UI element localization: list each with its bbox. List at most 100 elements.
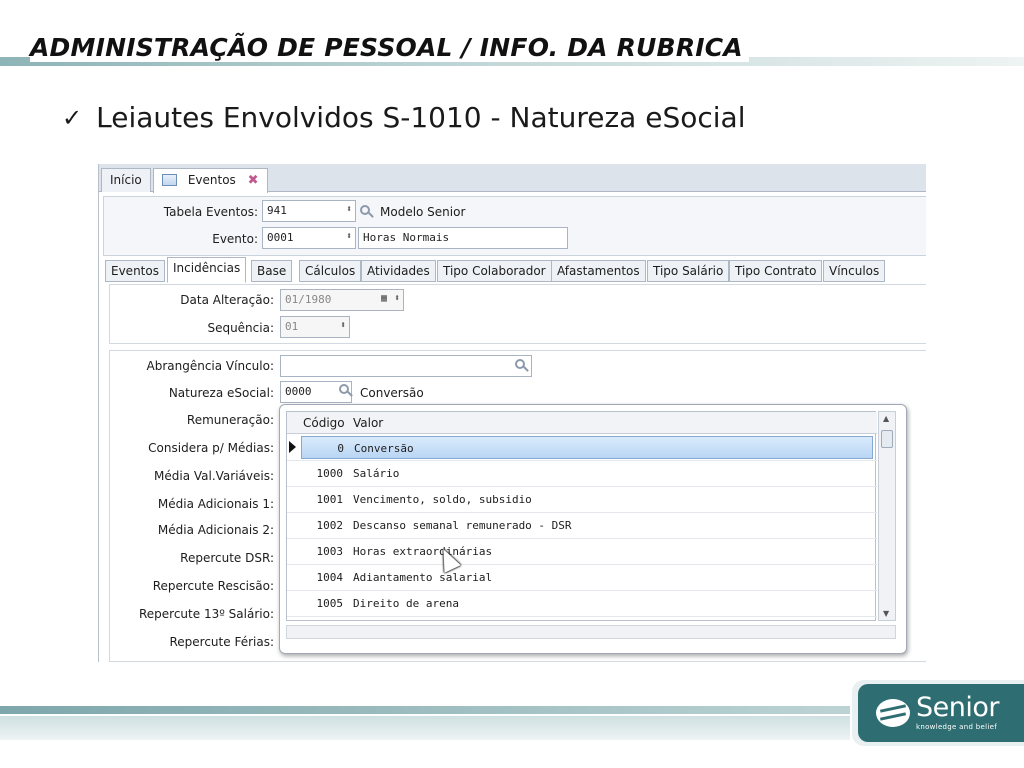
horizontal-scrollbar[interactable]: [286, 625, 896, 639]
senior-logo-icon: [876, 699, 910, 727]
cell-value: Conversão: [354, 442, 414, 455]
senior-logo: Senior knowledge and belief: [852, 680, 1024, 746]
logo-tagline: knowledge and belief: [916, 723, 997, 731]
footer-band-light: [0, 716, 850, 740]
tabela-eventos-description: Modelo Senior: [380, 205, 466, 219]
spinner-icon[interactable]: ⬍: [340, 320, 346, 331]
natureza-esocial-value: 0000: [285, 385, 312, 398]
considera-medias-label: Considera p/ Médias:: [148, 441, 274, 455]
close-icon[interactable]: ✖: [248, 173, 259, 188]
list-item[interactable]: 1001 Vencimento, soldo, subsidio: [287, 487, 877, 513]
tab-eventos-inner[interactable]: Eventos: [105, 260, 165, 282]
search-icon[interactable]: [360, 204, 370, 218]
remuneracao-label: Remuneração:: [186, 413, 274, 427]
tab-eventos[interactable]: Eventos ✖: [153, 168, 268, 193]
cell-value: Vencimento, soldo, subsidio: [353, 493, 532, 506]
current-row-icon: [289, 441, 296, 453]
sequencia-input[interactable]: 01 ⬍: [280, 316, 350, 338]
search-icon[interactable]: [515, 359, 525, 372]
cell-code: 1002: [316, 519, 344, 532]
tab-label: Início: [110, 173, 142, 187]
sequencia-label: Sequência:: [207, 321, 274, 335]
tab-atividades[interactable]: Atividades: [361, 260, 436, 282]
abrangencia-vinculo-input[interactable]: [280, 355, 532, 377]
tabela-eventos-label: Tabela Eventos:: [163, 205, 258, 219]
cell-code: 1005: [316, 597, 344, 610]
scroll-up-icon[interactable]: ▲: [883, 414, 889, 423]
media-adicionais-2-label: Média Adicionais 2:: [157, 523, 274, 537]
evento-value: 0001: [267, 231, 294, 244]
tab-afastamentos[interactable]: Afastamentos: [551, 260, 646, 282]
data-alteracao-label: Data Alteração:: [180, 293, 274, 307]
scroll-thumb[interactable]: [881, 430, 893, 448]
evento-description-field: Horas Normais: [358, 227, 568, 249]
media-adicionais-1-label: Média Adicionais 1:: [157, 497, 274, 511]
list-item[interactable]: 1003 Horas extraordinárias: [287, 539, 877, 565]
search-icon[interactable]: [339, 384, 349, 397]
cell-code: 0: [337, 442, 344, 455]
list-item[interactable]: 1004 Adiantamento salarial: [287, 565, 877, 591]
app-tab-bar: Início Eventos ✖: [99, 164, 926, 193]
tab-base[interactable]: Base: [251, 260, 293, 282]
slide-title: ADMINISTRAÇÃO DE PESSOAL / INFO. DA RUBR…: [30, 33, 749, 62]
calendar-icon[interactable]: ▦: [381, 293, 387, 304]
natureza-esocial-input[interactable]: 0000: [280, 381, 352, 403]
cell-value: Adiantamento salarial: [353, 571, 493, 584]
natureza-grid: Código Valor 0 Conversão 1000 Salário 10…: [286, 411, 877, 621]
date-panel: Data Alteração: 01/1980 ▦ ⬍ Sequência: 0…: [109, 284, 926, 344]
bullet-item: ✓ Leiautes Envolvidos S-1010 - Natureza …: [62, 101, 745, 134]
repercute-ferias-label: Repercute Férias:: [169, 635, 274, 649]
tabela-eventos-input[interactable]: 941 ⬍: [262, 200, 356, 222]
abrangencia-vinculo-label: Abrangência Vínculo:: [146, 359, 275, 373]
data-alteracao-value: 01/1980: [285, 293, 332, 306]
sequencia-value: 01: [285, 320, 299, 333]
tab-tipo-contrato[interactable]: Tipo Contrato: [729, 260, 823, 282]
tabela-eventos-value: 941: [267, 204, 287, 217]
tab-vinculos[interactable]: Vínculos: [823, 260, 886, 282]
list-item[interactable]: 1005 Direito de arena: [287, 591, 877, 617]
bullet-text: Leiautes Envolvidos S-1010 - Natureza eS…: [96, 101, 746, 134]
repercute-rescisao-label: Repercute Rescisão:: [152, 579, 274, 593]
cell-value: Horas extraordinárias: [353, 545, 493, 558]
logo-name: Senior: [916, 692, 999, 723]
tab-tipo-colaborador[interactable]: Tipo Colaborador: [437, 260, 552, 282]
checkmark-icon: ✓: [62, 103, 83, 132]
form-icon: [162, 174, 177, 186]
col-valor[interactable]: Valor: [353, 416, 383, 430]
data-alteracao-input[interactable]: 01/1980 ▦ ⬍: [280, 289, 404, 311]
cell-code: 1004: [316, 571, 344, 584]
repercute-dsr-label: Repercute DSR:: [180, 551, 274, 565]
footer-band: [0, 706, 850, 714]
tab-label: Eventos: [187, 173, 236, 187]
natureza-dropdown: Código Valor 0 Conversão 1000 Salário 10…: [279, 404, 907, 654]
tab-inicio[interactable]: Início: [101, 168, 151, 192]
inner-tab-bar: Eventos Incidências Base Cálculos Ativid…: [103, 257, 926, 283]
spinner-icon[interactable]: ⬍: [394, 293, 400, 304]
spinner-icon[interactable]: ⬍: [346, 231, 352, 242]
tab-tipo-salario[interactable]: Tipo Salário: [647, 260, 730, 282]
cell-value: Descanso semanal remunerado - DSR: [353, 519, 572, 532]
evento-label: Evento:: [212, 232, 258, 246]
tab-calculos[interactable]: Cálculos: [299, 260, 362, 282]
cell-code: 1000: [316, 467, 344, 480]
scroll-down-icon[interactable]: ▼: [883, 609, 889, 618]
natureza-esocial-description: Conversão: [360, 386, 424, 400]
list-item[interactable]: 1000 Salário: [287, 461, 877, 487]
media-val-variaveis-label: Média Val.Variáveis:: [154, 469, 274, 483]
cell-code: 1001: [316, 493, 344, 506]
logo-panel: Senior knowledge and belief: [858, 684, 1024, 742]
list-item[interactable]: 0 Conversão: [287, 435, 877, 461]
app-window: Início Eventos ✖ Tabela Eventos: 941 ⬍ M…: [98, 164, 926, 662]
cell-code: 1003: [316, 545, 344, 558]
repercute-13-salario-label: Repercute 13º Salário:: [138, 607, 274, 621]
col-codigo[interactable]: Código: [303, 416, 345, 430]
grid-header: Código Valor: [287, 412, 877, 434]
evento-input[interactable]: 0001 ⬍: [262, 227, 356, 249]
natureza-esocial-label: Natureza eSocial:: [168, 386, 274, 400]
header-panel: Tabela Eventos: 941 ⬍ Modelo Senior Even…: [103, 196, 926, 256]
tab-incidencias[interactable]: Incidências: [167, 257, 247, 283]
list-item[interactable]: 1002 Descanso semanal remunerado - DSR: [287, 513, 877, 539]
cell-value: Salário: [353, 467, 400, 480]
vertical-scrollbar[interactable]: ▲ ▼: [878, 411, 896, 621]
spinner-icon[interactable]: ⬍: [346, 204, 352, 215]
